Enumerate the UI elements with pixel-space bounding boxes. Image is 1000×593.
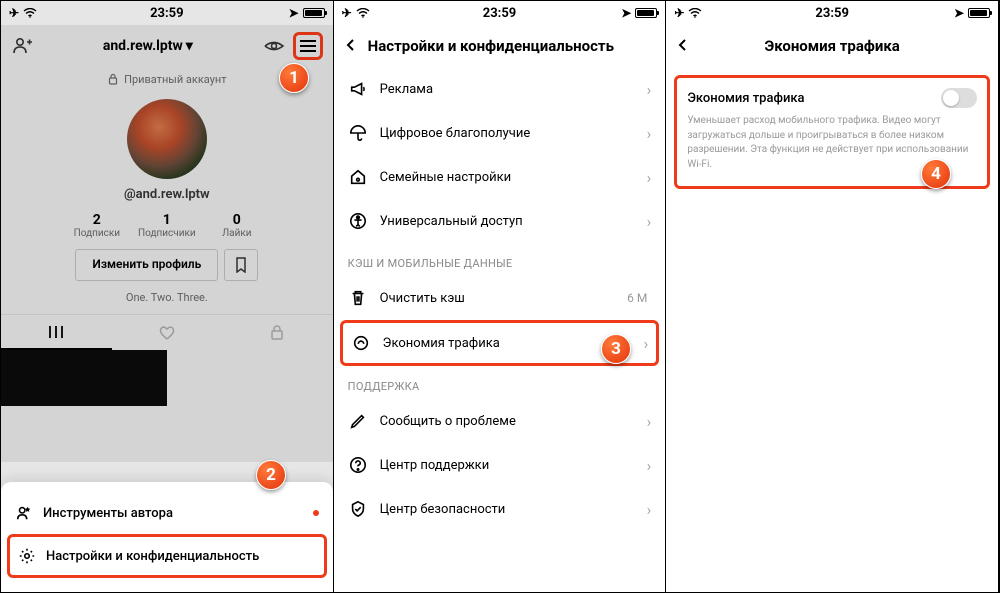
chevron-right-icon: › [647, 168, 652, 187]
location-icon: ➤ [954, 6, 964, 20]
chevron-right-icon: › [647, 80, 652, 99]
tab-private[interactable] [222, 315, 333, 350]
location-icon: ➤ [289, 6, 299, 20]
step-badge-1: 1 [279, 63, 309, 93]
battery-icon [968, 8, 990, 18]
eye-icon[interactable] [263, 35, 285, 57]
home-icon [348, 167, 368, 187]
profile-menu-popup: Инструменты автора Настройки и конфиденц… [1, 482, 333, 592]
row-family[interactable]: Семейные настройки › [334, 155, 666, 199]
airplane-icon: ✈ [342, 6, 352, 20]
data-saver-toggle[interactable] [941, 88, 977, 108]
help-icon [348, 455, 368, 475]
data-saver-title: Экономия трафика [676, 37, 988, 55]
edit-profile-button[interactable]: Изменить профиль [75, 249, 218, 281]
wifi-icon [356, 8, 370, 18]
battery-icon [635, 8, 657, 18]
row-wellbeing[interactable]: Цифровое благополучие › [334, 111, 666, 155]
umbrella-icon [348, 123, 368, 143]
stat-following[interactable]: 2 Подписки [67, 212, 127, 239]
pencil-icon [348, 411, 368, 431]
avatar[interactable] [127, 99, 207, 179]
profile-top-bar: and.rew.lptw ▾ [1, 25, 333, 67]
chevron-right-icon: › [647, 412, 652, 431]
accessibility-icon [348, 211, 368, 231]
airplane-icon: ✈ [674, 6, 684, 20]
handle: @and.rew.lptw [1, 187, 333, 202]
bio-text: One. Two. Three. [1, 291, 333, 304]
stat-likes[interactable]: 0 Лайки [207, 212, 267, 239]
settings-header: Настройки и конфиденциальность [334, 25, 666, 67]
popup-creator-tools[interactable]: Инструменты автора [1, 492, 333, 534]
back-button[interactable] [344, 37, 368, 56]
stats-row: 2 Подписки 1 Подписчики 0 Лайки [1, 212, 333, 239]
battery-icon [303, 8, 325, 18]
settings-title: Настройки и конфиденциальность [368, 37, 656, 55]
row-help[interactable]: Центр поддержки › [334, 443, 666, 487]
stat-followers[interactable]: 1 Подписчики [137, 212, 197, 239]
row-safety[interactable]: Центр безопасности › [334, 487, 666, 531]
shield-icon [348, 499, 368, 519]
location-icon: ➤ [621, 6, 631, 20]
step-badge-2: 2 [256, 460, 286, 490]
chevron-right-icon: › [647, 456, 652, 475]
section-support: ПОДДЕРЖКА [334, 366, 666, 399]
step-badge-4: 4 [921, 159, 951, 189]
row-ads[interactable]: Реклама › [334, 67, 666, 111]
bookmark-button[interactable] [224, 249, 258, 281]
chevron-right-icon: › [647, 500, 652, 519]
cache-size: 6 M [627, 291, 647, 305]
chevron-down-icon: ▾ [186, 38, 193, 54]
data-saver-header: Экономия трафика [666, 25, 998, 67]
section-cache: КЭШ И МОБИЛЬНЫЕ ДАННЫЕ [334, 243, 666, 276]
data-saver-switch-label: Экономия трафика [687, 91, 804, 106]
wifi-icon [688, 8, 702, 18]
popup-settings-privacy[interactable]: Настройки и конфиденциальность [7, 534, 327, 578]
menu-button[interactable] [293, 32, 323, 60]
video-thumb-placeholder [1, 350, 167, 406]
tab-grid[interactable] [1, 315, 112, 350]
add-person-icon[interactable] [11, 35, 33, 57]
row-clear-cache[interactable]: Очистить кэш 6 M [334, 276, 666, 320]
data-saver-icon [351, 333, 371, 353]
username-dropdown[interactable]: and.rew.lptw ▾ [41, 38, 255, 54]
phone-settings: ✈ 23:59 ➤ Настройки и конфиденциальность… [334, 1, 667, 592]
row-accessibility[interactable]: Универсальный доступ › [334, 199, 666, 243]
notification-dot [313, 510, 319, 516]
megaphone-icon [348, 79, 368, 99]
status-time: 23:59 [150, 6, 184, 21]
tab-liked[interactable] [112, 315, 223, 350]
status-time: 23:59 [483, 6, 517, 21]
chevron-right-icon: › [647, 124, 652, 143]
profile-tabs [1, 314, 333, 350]
row-report[interactable]: Сообщить о проблеме › [334, 399, 666, 443]
chevron-right-icon: › [644, 334, 649, 353]
status-bar: ✈ 23:59 ➤ [666, 1, 998, 25]
status-bar: ✈ 23:59 ➤ [1, 1, 333, 25]
status-bar: ✈ 23:59 ➤ [334, 1, 666, 25]
trash-icon [348, 288, 368, 308]
chevron-right-icon: › [647, 212, 652, 231]
step-badge-3: 3 [601, 334, 631, 364]
status-time: 23:59 [815, 6, 849, 21]
airplane-icon: ✈ [9, 6, 19, 20]
wifi-icon [23, 8, 37, 18]
phone-data-saver: ✈ 23:59 ➤ Экономия трафика Экономия траф… [666, 1, 999, 592]
